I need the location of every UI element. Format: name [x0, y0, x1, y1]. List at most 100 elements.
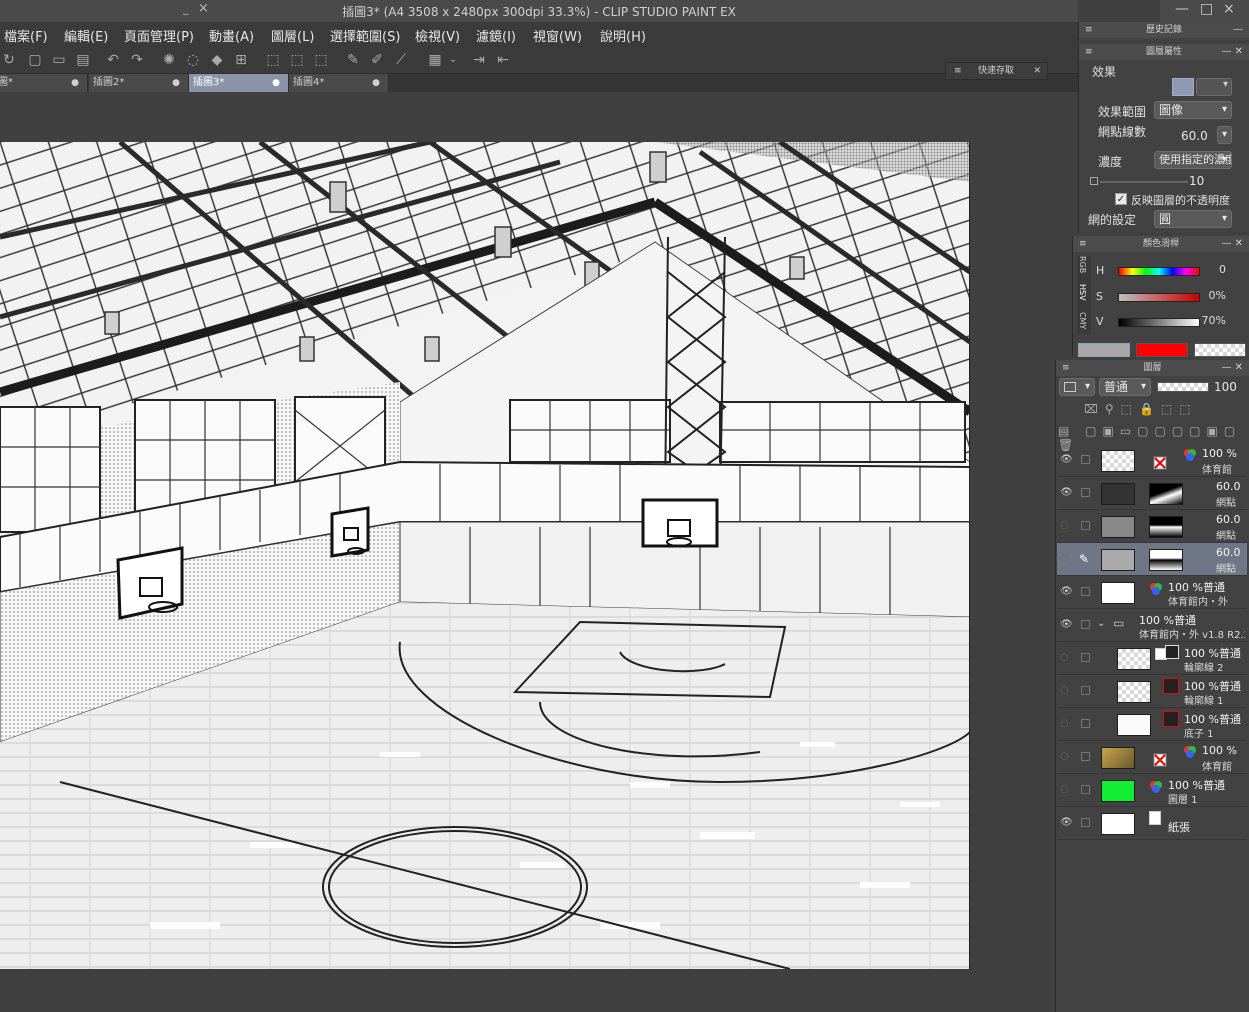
minimize-icon[interactable]: _ — [183, 2, 189, 15]
eye-hidden-icon[interactable]: ○ — [1060, 685, 1069, 696]
effect-dropdown[interactable]: ▾ — [1196, 78, 1232, 96]
collapse-icon[interactable] — [1090, 177, 1098, 185]
layer-row[interactable]: ○ 100 % 体育館 — [1057, 741, 1247, 774]
lock-toggle[interactable] — [1081, 752, 1090, 761]
layer-row[interactable]: 👁 100 %普通 体育館内・外 — [1057, 576, 1247, 609]
screen-frequency-dropdown[interactable]: ▾ — [1217, 126, 1232, 144]
eye-icon[interactable]: 👁 — [1060, 586, 1073, 597]
loading-icon[interactable]: ✺ — [160, 51, 178, 69]
menu-filter[interactable]: 濾鏡(I) — [476, 26, 516, 45]
lock-toggle[interactable] — [1081, 719, 1090, 728]
opacity-value[interactable]: 100 — [1214, 380, 1237, 394]
eye-icon[interactable]: 👁 — [1060, 817, 1073, 828]
new-file-icon[interactable]: ▢ — [26, 51, 44, 69]
density-slider[interactable] — [1100, 181, 1188, 183]
tab-illustration-4[interactable]: 插圖4* ● — [289, 74, 389, 92]
deselect-icon[interactable]: ⬚ — [264, 51, 282, 69]
lock-toggle[interactable] — [1081, 818, 1090, 827]
maximize-button[interactable]: □ — [1200, 1, 1213, 17]
menu-animation[interactable]: 動畫(A) — [209, 26, 254, 45]
reflect-opacity-checkbox[interactable]: ✓ — [1115, 193, 1127, 205]
clear-icon[interactable]: ◌ — [184, 51, 202, 69]
invert-select-icon[interactable]: ⬚ — [312, 51, 330, 69]
menu-help[interactable]: 說明(H) — [600, 26, 646, 45]
pen-icon[interactable]: ✎ — [344, 51, 362, 69]
lock-toggle[interactable] — [1081, 455, 1090, 464]
menu-layer[interactable]: 圖層(L) — [271, 26, 314, 45]
lock-toggle[interactable] — [1081, 653, 1090, 662]
close-icon[interactable]: × — [198, 1, 209, 16]
tab-rgb[interactable]: RGB — [1078, 256, 1087, 273]
eye-hidden-icon[interactable]: ○ — [1060, 751, 1069, 762]
grip-icon[interactable]: ≡ — [954, 63, 962, 79]
import-icon[interactable]: ⇥ — [470, 51, 488, 69]
layer-row[interactable]: ○ 100 %普通 圖層 1 — [1057, 774, 1247, 807]
layer-folder-row[interactable]: 👁 ⌄ ▭ 100 %普通 体育館内・外 v1.8 R2.2 — [1057, 609, 1247, 642]
chevron-down-icon[interactable]: ⌄ — [1097, 618, 1105, 629]
value-slider[interactable]: V 70% — [1096, 314, 1246, 329]
export-icon[interactable]: ⇤ — [494, 51, 512, 69]
screen-setting-select[interactable]: 圓 ▾ — [1154, 210, 1232, 228]
layer-row[interactable]: ○ 100 %普通 輪廓線 2 — [1057, 642, 1247, 675]
layer-lock-toolbar[interactable]: ⌧⚲⬚🔒⬚⬚ — [1084, 402, 1244, 418]
tab-hsv[interactable]: HSV — [1078, 284, 1087, 301]
eye-hidden-icon[interactable]: ○ — [1060, 520, 1069, 531]
sub-color-swatch[interactable] — [1136, 343, 1188, 357]
lock-toggle[interactable] — [1081, 521, 1090, 530]
layer-properties-header[interactable]: ≡ 圖層屬性 — ✕ — [1079, 44, 1249, 60]
grip-icon[interactable]: ≡ — [1079, 236, 1087, 252]
layer-row-selected[interactable]: ○ ✎ 60.0 網點 — [1057, 543, 1247, 576]
grip-icon[interactable]: ≡ — [1085, 22, 1093, 38]
blend-mode-select[interactable]: 普通 ▾ — [1099, 378, 1151, 396]
layer-row[interactable]: 👁 60.0 網點 — [1057, 477, 1247, 510]
hue-slider[interactable]: H 0 — [1096, 263, 1246, 278]
layer-color-select[interactable]: ▾ — [1059, 378, 1095, 396]
lock-toggle[interactable] — [1081, 620, 1090, 629]
transform-icon[interactable]: ⊞ — [232, 51, 250, 69]
tab-illustration-2[interactable]: 插圖2* ● — [89, 74, 189, 92]
transparent-color-swatch[interactable] — [1194, 343, 1246, 357]
lock-toggle[interactable] — [1081, 587, 1090, 596]
mask-disabled-icon[interactable] — [1153, 456, 1167, 470]
fill-icon[interactable]: ◆ — [208, 51, 226, 69]
menu-view[interactable]: 檢視(V) — [415, 26, 460, 45]
layer-row[interactable]: 👁 紙張 — [1057, 807, 1247, 840]
eye-hidden-icon[interactable]: ○ — [1060, 652, 1069, 663]
quick-access-panel[interactable]: ≡ 快速存取 ✕ — [945, 62, 1048, 80]
layer-row[interactable]: 👁 100 % 体育館 — [1057, 444, 1247, 477]
main-color-swatch[interactable] — [1078, 343, 1130, 357]
eye-icon[interactable]: 👁 — [1060, 454, 1073, 465]
eye-hidden-icon[interactable]: ○ — [1060, 718, 1069, 729]
brush-icon[interactable]: ✐ — [368, 51, 386, 69]
print-icon[interactable]: ▦ — [426, 51, 444, 69]
layer-row[interactable]: ○ 60.0 網點 — [1057, 510, 1247, 543]
tab-illustration-1[interactable]: 圖* ● — [0, 74, 88, 92]
layer-row[interactable]: ○ 100 %普通 底子 1 — [1057, 708, 1247, 741]
menu-window[interactable]: 視窗(W) — [533, 26, 582, 45]
lock-toggle[interactable] — [1081, 488, 1090, 497]
eye-icon[interactable]: 👁 — [1060, 619, 1073, 630]
screen-frequency-value[interactable]: 60.0 — [1181, 129, 1208, 143]
density-amount[interactable]: 10 — [1189, 174, 1204, 188]
saturation-slider[interactable]: S 0% — [1096, 289, 1246, 304]
undo-icon[interactable]: ↶ — [104, 51, 122, 69]
density-select[interactable]: 使用指定的濃度 ▾ — [1154, 151, 1232, 169]
ruler-icon[interactable]: ⟋ — [392, 51, 410, 69]
redo-icon[interactable]: ↷ — [128, 51, 146, 69]
open-file-icon[interactable]: ▭ — [50, 51, 68, 69]
minimize-icon[interactable]: — — [1233, 22, 1243, 38]
mask-disabled-icon[interactable] — [1153, 753, 1167, 767]
close-button[interactable]: × — [1223, 1, 1235, 17]
lock-toggle[interactable] — [1081, 785, 1090, 794]
eye-hidden-icon[interactable]: ○ — [1060, 784, 1069, 795]
menu-edit[interactable]: 編輯(E) — [64, 26, 108, 45]
menu-select[interactable]: 選擇範圍(S) — [330, 26, 400, 45]
tone-effect-button[interactable] — [1172, 78, 1194, 96]
close-icon[interactable]: ✕ — [1033, 63, 1041, 79]
eye-icon[interactable]: 👁 — [1060, 487, 1073, 498]
effect-range-select[interactable]: 圖像 ▾ — [1154, 101, 1232, 119]
rotate-icon[interactable]: ↻ — [0, 51, 18, 69]
minimize-icon[interactable]: — ✕ — [1221, 44, 1243, 60]
select-icon[interactable]: ⬚ — [288, 51, 306, 69]
layer-action-toolbar[interactable]: ▤ ▢▣▭▢▢▢▢▣▢🗑 — [1058, 424, 1246, 452]
